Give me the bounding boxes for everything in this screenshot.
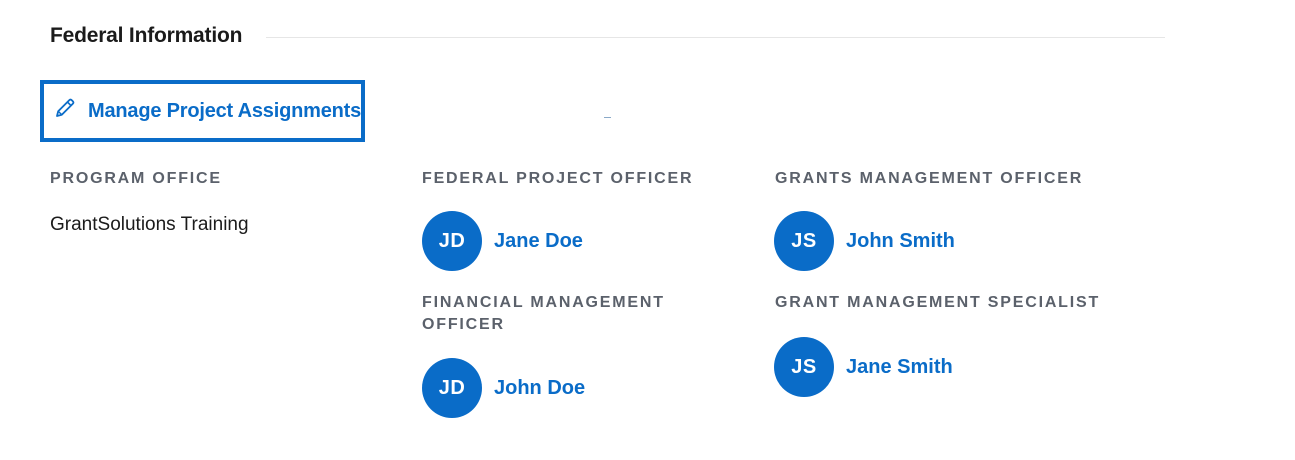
program-office-value: GrantSolutions Training [50,214,249,235]
avatar: JD [422,211,482,271]
section-header: Federal Information [50,20,1165,52]
grants-management-officer-name-link[interactable]: John Smith [846,230,955,253]
manage-project-assignments-label: Manage Project Assignments [88,99,362,122]
pencil-icon [54,97,76,119]
financial-management-officer-label: FINANCIAL MANAGEMENT OFFICER [422,294,665,333]
stray-mark [604,117,611,118]
financial-management-officer-name-link[interactable]: John Doe [494,377,585,400]
section-divider [266,36,1165,38]
grants-management-officer-person: JS John Smith [774,211,955,271]
manage-project-assignments-button[interactable]: Manage Project Assignments [40,80,365,142]
program-office-label: PROGRAM OFFICE [50,170,222,187]
grant-management-specialist-person: JS Jane Smith [774,337,953,397]
grant-management-specialist-label: GRANT MANAGEMENT SPECIALIST [775,294,1101,311]
avatar: JD [422,358,482,418]
financial-management-officer-person: JD John Doe [422,358,585,418]
grant-management-specialist-name-link[interactable]: Jane Smith [846,356,953,379]
grants-management-officer-label: GRANTS MANAGEMENT OFFICER [775,170,1084,187]
federal-project-officer-label: FEDERAL PROJECT OFFICER [422,170,694,187]
section-title: Federal Information [50,24,243,47]
avatar: JS [774,337,834,397]
federal-project-officer-person: JD Jane Doe [422,211,583,271]
avatar: JS [774,211,834,271]
federal-project-officer-name-link[interactable]: Jane Doe [494,230,583,253]
